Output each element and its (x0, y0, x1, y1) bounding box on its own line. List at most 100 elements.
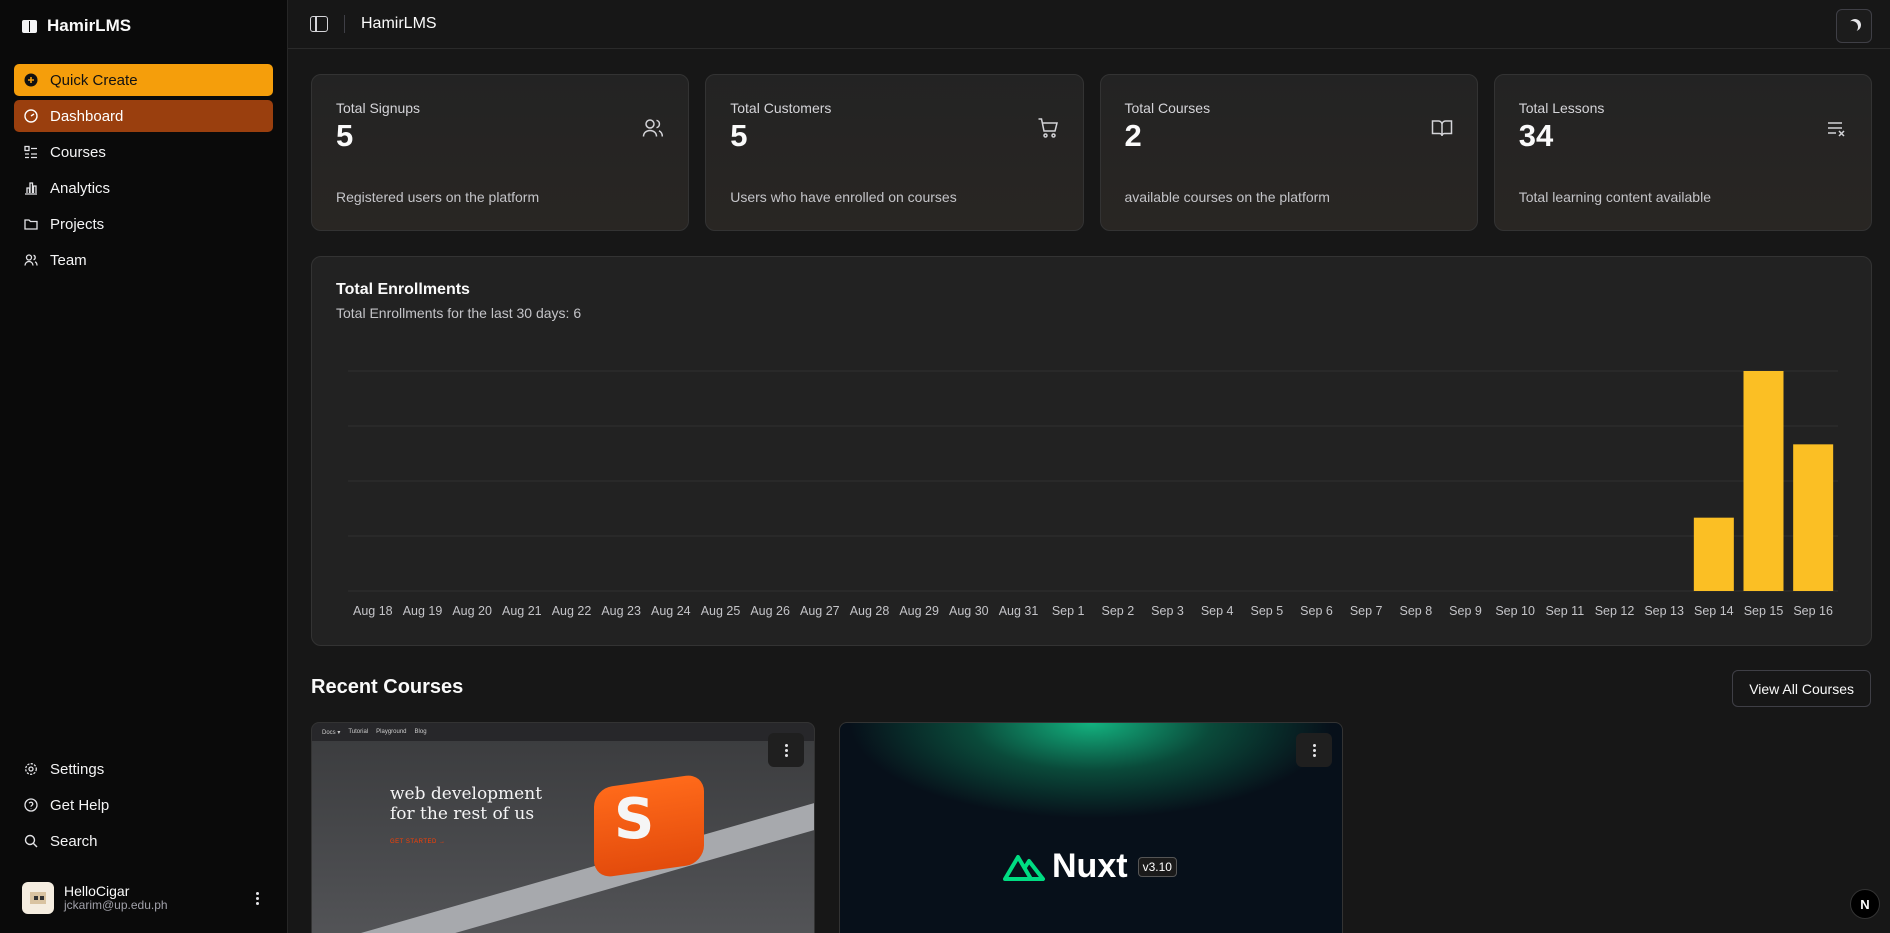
sidebar-item-label: Search (50, 832, 98, 850)
thumb-nav-item: Blog (414, 729, 427, 735)
sidebar-item-label: Projects (50, 215, 105, 233)
quick-create-button[interactable]: Quick Create (14, 64, 273, 96)
stat-card-courses: Total Courses 2 available courses on the… (1099, 74, 1478, 231)
thumb-nav-item: Docs ▾ (322, 729, 341, 736)
sidebar-item-label: Dashboard (50, 107, 124, 125)
course-thumbnail-headline: web development for the rest of us (390, 784, 543, 824)
nuxt-mark-icon (1003, 854, 1045, 881)
stat-description: available courses on the platform (1124, 189, 1330, 205)
course-card[interactable]: Nuxt v3.10 (839, 722, 1343, 933)
course-card[interactable]: Docs ▾ Tutorial Playground Blog S web de… (311, 722, 815, 933)
chart-subtitle: Total Enrollments for the last 30 days: … (336, 305, 582, 321)
search-icon (23, 834, 38, 849)
avatar (22, 882, 54, 914)
stat-value: 5 (336, 118, 354, 153)
x-tick-label: Sep 1 (1052, 604, 1085, 618)
sidebar-item-label: Courses (50, 143, 106, 161)
x-tick-label: Aug 21 (502, 604, 542, 618)
x-tick-label: Sep 13 (1644, 604, 1684, 618)
x-tick-label: Aug 27 (800, 604, 840, 618)
sidebar-item-label: Get Help (50, 796, 110, 814)
stat-card-lessons: Total Lessons 34 Total learning content … (1493, 74, 1872, 231)
stat-value: 34 (1518, 118, 1554, 153)
x-tick-label: Sep 15 (1744, 604, 1784, 618)
x-tick-label: Sep 11 (1545, 604, 1584, 618)
user-email: jckarim@up.edu.ph (64, 898, 168, 913)
stat-card-customers: Total Customers 5 Users who have enrolle… (705, 74, 1084, 231)
bar-chart-icon (23, 181, 38, 196)
help-icon (23, 798, 38, 813)
x-tick-label: Sep 8 (1399, 604, 1432, 618)
sidebar-item-analytics[interactable]: Analytics (14, 172, 273, 204)
x-tick-label: Sep 2 (1101, 604, 1134, 618)
headline-line: for the rest of us (390, 803, 535, 824)
sidebar-item-label: Analytics (50, 179, 111, 197)
theme-toggle-button[interactable] (1836, 9, 1872, 43)
course-menu-button[interactable] (1296, 733, 1332, 767)
brand[interactable]: HamirLMS (0, 0, 287, 52)
x-tick-label: Sep 3 (1151, 604, 1184, 618)
view-all-courses-button[interactable]: View All Courses (1732, 670, 1871, 707)
sidebar-item-get-help[interactable]: Get Help (14, 789, 273, 821)
stat-label: Total Signups (336, 100, 421, 116)
divider (344, 15, 345, 33)
gauge-icon (23, 109, 38, 124)
course-thumbnail-cta: GET STARTED → (390, 839, 446, 845)
list-icon (23, 145, 38, 160)
x-tick-label: Sep 14 (1694, 604, 1734, 618)
stat-value: 5 (730, 118, 748, 153)
course-menu-button[interactable] (768, 733, 804, 767)
stat-card-signups: Total Signups 5 Registered users on the … (311, 74, 690, 231)
x-tick-label: Aug 30 (949, 604, 989, 618)
main-nav: Quick Create Dashboard Courses Analytics (0, 52, 287, 286)
book-open-icon (22, 19, 37, 33)
conveyor-belt (312, 796, 814, 933)
x-tick-label: Aug 25 (701, 604, 741, 618)
quick-create-label: Quick Create (50, 71, 138, 89)
stats-row: Total Signups 5 Registered users on the … (311, 74, 1872, 231)
recent-courses-title: Recent Courses (311, 676, 464, 698)
user-name: HelloCigar (64, 883, 130, 900)
chart-bar[interactable] (1793, 444, 1834, 591)
list-x-icon (1828, 122, 1845, 137)
stat-description: Total learning content available (1518, 189, 1711, 205)
x-tick-label: Aug 23 (601, 604, 641, 618)
more-vertical-icon[interactable] (249, 888, 265, 908)
users-icon (23, 253, 38, 268)
x-tick-label: Sep 5 (1250, 604, 1283, 618)
enrollments-chart-card: Aug 18 Aug 19 Aug 20 Aug 21 Aug 22 Aug 23 Aug … (311, 256, 1872, 646)
stat-description: Registered users on the platform (336, 189, 540, 205)
moon-icon (1846, 21, 1858, 33)
user-menu[interactable]: HelloCigar jckarim@up.edu.ph (22, 879, 265, 917)
sidebar: HamirLMS Quick Create Dashboard Courses (0, 0, 287, 933)
chart-bar[interactable] (1743, 371, 1784, 591)
x-tick-label: Sep 10 (1495, 604, 1535, 618)
chart-title: Total Enrollments (336, 281, 470, 298)
sidebar-item-settings[interactable]: Settings (14, 753, 273, 785)
sidebar-item-dashboard[interactable]: Dashboard (14, 100, 273, 132)
x-tick-label: Aug 19 (403, 604, 443, 618)
sidebar-item-courses[interactable]: Courses (14, 136, 273, 168)
headline-line: web development (390, 784, 543, 804)
stat-label: Total Courses (1124, 100, 1211, 116)
x-tick-label: Aug 20 (452, 604, 492, 618)
users-icon (643, 119, 664, 137)
x-tick-label: Sep 9 (1449, 604, 1482, 618)
chart-bar[interactable] (1693, 517, 1734, 591)
folder-icon (23, 217, 38, 232)
stat-value: 2 (1124, 118, 1142, 153)
topbar: HamirLMS (288, 0, 1890, 49)
sidebar-item-search[interactable]: Search (14, 825, 273, 857)
nuxt-devtools-button[interactable]: N (1850, 889, 1880, 919)
svelte-logo: S (614, 787, 655, 852)
nuxt-logo: Nuxt v3.10 (1002, 847, 1177, 886)
main-content: HamirLMS Total Signups 5 Registered user… (287, 0, 1890, 933)
brand-name: HamirLMS (47, 16, 132, 35)
sidebar-item-projects[interactable]: Projects (14, 208, 273, 240)
sidebar-item-team[interactable]: Team (14, 244, 273, 276)
x-tick-label: Aug 31 (999, 604, 1039, 618)
sidebar-toggle-icon[interactable] (310, 16, 328, 32)
plus-circle-icon (23, 73, 38, 88)
stat-label: Total Customers (730, 100, 832, 116)
nuxt-wordmark: Nuxt (1052, 847, 1128, 885)
